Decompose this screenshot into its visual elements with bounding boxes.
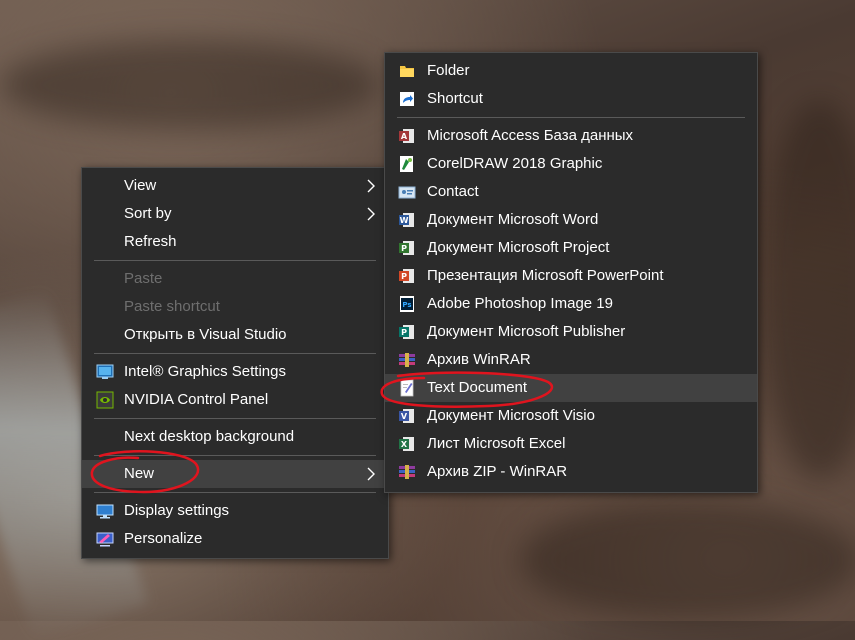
menu-item-label: Архив ZIP - WinRAR <box>427 463 568 480</box>
new-item-coreldraw[interactable]: CorelDRAW 2018 Graphic <box>385 150 757 178</box>
shortcut-icon <box>398 90 416 108</box>
intel-graphics-icon <box>96 363 114 381</box>
menu-separator <box>94 455 376 456</box>
new-item-winrar[interactable]: Архив WinRAR <box>385 346 757 374</box>
text-document-icon <box>398 379 416 397</box>
word-icon: W <box>398 211 416 229</box>
menu-item-label: Personalize <box>124 530 203 547</box>
menu-item-label: Contact <box>427 183 479 200</box>
folder-icon <box>398 62 416 80</box>
svg-text:Ps: Ps <box>402 301 411 309</box>
new-item-visio[interactable]: V Документ Microsoft Visio <box>385 402 757 430</box>
access-icon: A <box>398 127 416 145</box>
new-item-word[interactable]: W Документ Microsoft Word <box>385 206 757 234</box>
menu-item-label: Документ Microsoft Visio <box>427 407 595 424</box>
menu-item-label: Документ Microsoft Publisher <box>427 323 626 340</box>
menu-item-sort-by[interactable]: Sort by <box>82 200 388 228</box>
menu-item-label: Text Document <box>427 379 528 396</box>
new-item-photoshop[interactable]: Ps Adobe Photoshop Image 19 <box>385 290 757 318</box>
menu-item-display-settings[interactable]: Display settings <box>82 497 388 525</box>
svg-text:X: X <box>401 440 408 449</box>
desktop-context-menu: View Sort by Refresh Paste Paste shortcu… <box>81 167 389 559</box>
svg-text:V: V <box>401 412 408 421</box>
menu-item-label: Презентация Microsoft PowerPoint <box>427 267 664 284</box>
svg-text:W: W <box>400 216 409 225</box>
chevron-right-icon <box>364 172 378 200</box>
svg-text:P: P <box>401 244 407 253</box>
new-item-powerpoint[interactable]: P Презентация Microsoft PowerPoint <box>385 262 757 290</box>
menu-item-label: Sort by <box>124 205 172 222</box>
menu-item-label: Display settings <box>124 502 230 519</box>
menu-item-label: Лист Microsoft Excel <box>427 435 566 452</box>
personalize-icon <box>96 530 114 548</box>
menu-item-refresh[interactable]: Refresh <box>82 228 388 256</box>
menu-separator <box>94 492 376 493</box>
nvidia-icon <box>96 391 114 409</box>
menu-item-label: Refresh <box>124 233 177 250</box>
winrar-icon <box>398 351 416 369</box>
svg-text:P: P <box>401 272 407 281</box>
menu-separator <box>94 353 376 354</box>
menu-item-label: CorelDRAW 2018 Graphic <box>427 155 603 172</box>
new-submenu: Folder Shortcut A Microsoft Access База … <box>384 52 758 493</box>
powerpoint-icon: P <box>398 267 416 285</box>
new-item-contact[interactable]: Contact <box>385 178 757 206</box>
menu-item-label: Microsoft Access База данных <box>427 127 634 144</box>
menu-item-label: NVIDIA Control Panel <box>124 391 269 408</box>
menu-item-label: Открыть в Visual Studio <box>124 326 287 343</box>
menu-item-label: View <box>124 177 157 194</box>
menu-item-label: Adobe Photoshop Image 19 <box>427 295 613 312</box>
menu-item-intel-graphics[interactable]: Intel® Graphics Settings <box>82 358 388 386</box>
menu-item-label: Next desktop background <box>124 428 295 445</box>
menu-item-new[interactable]: New <box>82 460 388 488</box>
new-item-text-document[interactable]: Text Document <box>385 374 757 402</box>
menu-separator <box>94 418 376 419</box>
photoshop-icon: Ps <box>398 295 416 313</box>
menu-item-label: Архив WinRAR <box>427 351 531 368</box>
new-item-publisher[interactable]: P Документ Microsoft Publisher <box>385 318 757 346</box>
new-item-shortcut[interactable]: Shortcut <box>385 85 757 113</box>
publisher-icon: P <box>398 323 416 341</box>
menu-item-paste: Paste <box>82 265 388 293</box>
menu-item-label: Документ Microsoft Project <box>427 239 610 256</box>
menu-item-label: Paste <box>124 270 163 287</box>
menu-separator <box>397 117 745 118</box>
canyon-ridge <box>520 500 855 620</box>
visio-icon: V <box>398 407 416 425</box>
new-item-access[interactable]: A Microsoft Access База данных <box>385 122 757 150</box>
canyon-ridge <box>0 40 380 130</box>
menu-item-label: Документ Microsoft Word <box>427 211 599 228</box>
contact-icon <box>398 183 416 201</box>
menu-item-label: Intel® Graphics Settings <box>124 363 286 380</box>
new-item-excel[interactable]: X Лист Microsoft Excel <box>385 430 757 458</box>
menu-item-next-desktop-background[interactable]: Next desktop background <box>82 423 388 451</box>
menu-item-paste-shortcut: Paste shortcut <box>82 293 388 321</box>
new-item-project[interactable]: P Документ Microsoft Project <box>385 234 757 262</box>
menu-item-label: Shortcut <box>427 90 483 107</box>
canyon-ridge <box>760 100 855 480</box>
menu-item-label: Paste shortcut <box>124 298 220 315</box>
menu-item-label: Folder <box>427 62 470 79</box>
chevron-right-icon <box>364 460 378 488</box>
menu-item-view[interactable]: View <box>82 172 388 200</box>
chevron-right-icon <box>364 200 378 228</box>
menu-item-personalize[interactable]: Personalize <box>82 525 388 553</box>
new-item-folder[interactable]: Folder <box>385 57 757 85</box>
menu-item-label: New <box>124 465 155 482</box>
svg-text:A: A <box>401 132 408 141</box>
coreldraw-icon <box>398 155 416 173</box>
menu-item-nvidia-control-panel[interactable]: NVIDIA Control Panel <box>82 386 388 414</box>
menu-item-open-in-visual-studio[interactable]: Открыть в Visual Studio <box>82 321 388 349</box>
svg-text:P: P <box>401 328 407 337</box>
menu-separator <box>94 260 376 261</box>
display-icon <box>96 502 114 520</box>
excel-icon: X <box>398 435 416 453</box>
project-icon: P <box>398 239 416 257</box>
new-item-zip-winrar[interactable]: Архив ZIP - WinRAR <box>385 458 757 486</box>
winrar-zip-icon <box>398 463 416 481</box>
